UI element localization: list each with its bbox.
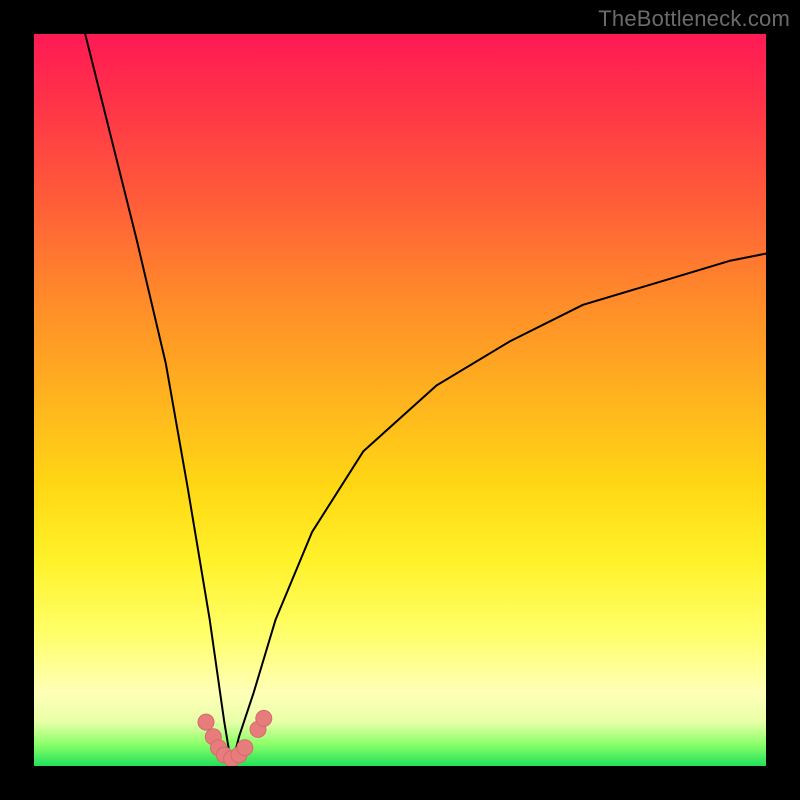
marker-dot	[256, 710, 272, 726]
marker-dot	[216, 747, 232, 763]
curve-path	[85, 34, 766, 766]
watermark-text: TheBottleneck.com	[598, 6, 790, 32]
bottleneck-curve	[85, 34, 766, 766]
plot-area	[34, 34, 766, 766]
marker-dot	[231, 747, 247, 763]
marker-dot	[224, 751, 240, 766]
marker-dot	[198, 714, 214, 730]
marker-dot	[205, 729, 221, 745]
marker-cluster	[198, 710, 272, 766]
marker-dot	[250, 721, 266, 737]
marker-dot	[211, 740, 227, 756]
chart-frame: TheBottleneck.com	[0, 0, 800, 800]
curve-svg	[34, 34, 766, 766]
marker-dot	[237, 740, 253, 756]
